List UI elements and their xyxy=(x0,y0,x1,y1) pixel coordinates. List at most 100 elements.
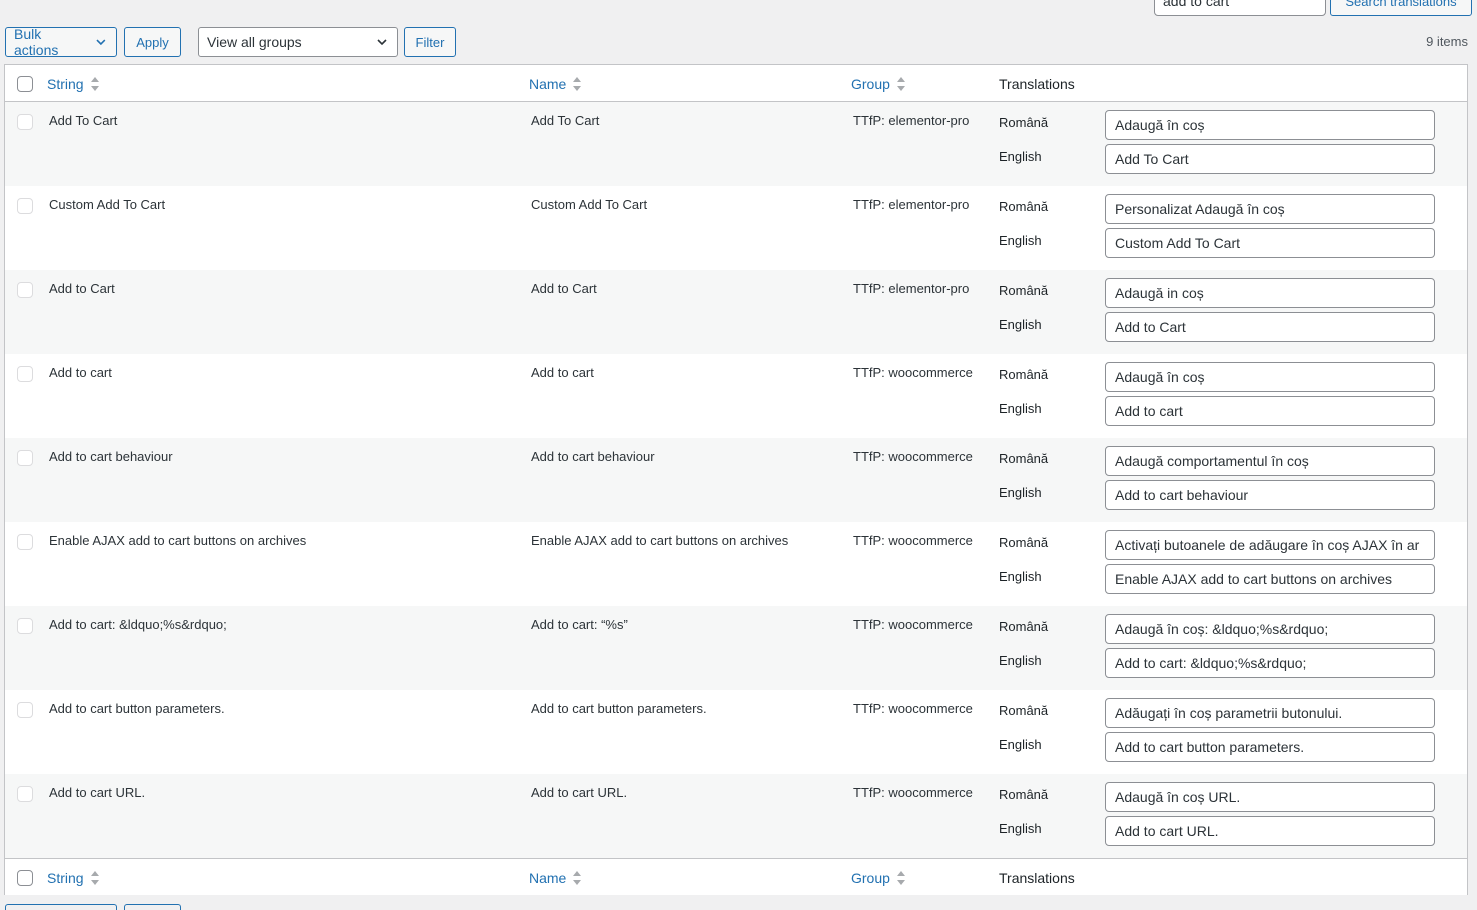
name-cell: Enable AJAX add to cart buttons on archi… xyxy=(531,533,789,548)
sort-icon xyxy=(573,870,582,885)
column-translations-header: Translations xyxy=(999,75,1075,92)
language-label-ro: Română xyxy=(999,787,1049,802)
group-cell: TTfP: woocommerce xyxy=(853,785,973,800)
strings-table: String Name Group Translations Add To Ca… xyxy=(4,64,1468,895)
translation-input-ro[interactable]: Adaugă în coș xyxy=(1105,362,1435,392)
column-group-header[interactable]: Group xyxy=(851,65,906,102)
string-cell: Enable AJAX add to cart buttons on archi… xyxy=(49,533,307,548)
translation-input-ro[interactable]: Personalizat Adaugă în coș xyxy=(1105,194,1435,224)
translation-input-en[interactable]: Add To Cart xyxy=(1105,144,1435,174)
language-label-en: English xyxy=(999,737,1042,752)
column-string-label: String xyxy=(47,869,84,886)
column-string-footer[interactable]: String xyxy=(47,859,100,896)
group-cell: TTfP: elementor-pro xyxy=(853,113,970,128)
table-row: Add to cart URL. Add to cart URL. TTfP: … xyxy=(5,774,1467,858)
translation-input-ro[interactable]: Adăugați în coș parametrii butonului. xyxy=(1105,698,1435,728)
group-cell: TTfP: elementor-pro xyxy=(853,197,970,212)
chevron-down-icon xyxy=(377,39,387,46)
table-row: Add To Cart Add To Cart TTfP: elementor-… xyxy=(5,102,1467,186)
language-label-en: English xyxy=(999,821,1042,836)
table-header: String Name Group Translations xyxy=(5,65,1467,102)
row-checkbox[interactable] xyxy=(17,198,33,214)
translation-input-en[interactable]: Add to cart URL. xyxy=(1105,816,1435,846)
translation-input-ro[interactable]: Activați butoanele de adăugare în coș AJ… xyxy=(1105,530,1435,560)
translation-input-ro[interactable]: Adaugă în coș URL. xyxy=(1105,782,1435,812)
language-label-en: English xyxy=(999,569,1042,584)
group-filter-value: View all groups xyxy=(207,34,302,50)
row-checkbox[interactable] xyxy=(17,450,33,466)
group-cell: TTfP: woocommerce xyxy=(853,617,973,632)
column-translations-footer: Translations xyxy=(999,869,1075,886)
table-row: Add to cart: &ldquo;%s&rdquo; Add to car… xyxy=(5,606,1467,690)
language-label-en: English xyxy=(999,485,1042,500)
items-count: 9 items xyxy=(1426,34,1468,49)
group-cell: TTfP: woocommerce xyxy=(853,701,973,716)
bottom-bulk-actions-select[interactable] xyxy=(5,904,117,910)
row-checkbox[interactable] xyxy=(17,702,33,718)
translation-input-ro[interactable]: Adaugă în coș xyxy=(1105,110,1435,140)
language-label-en: English xyxy=(999,401,1042,416)
select-all-checkbox[interactable] xyxy=(17,76,33,92)
translation-input-en[interactable]: Add to cart xyxy=(1105,396,1435,426)
sort-icon xyxy=(90,76,99,91)
table-row: Add to cart button parameters. Add to ca… xyxy=(5,690,1467,774)
translation-input-en[interactable]: Add to cart button parameters. xyxy=(1105,732,1435,762)
row-checkbox[interactable] xyxy=(17,618,33,634)
string-cell: Add to cart button parameters. xyxy=(49,701,225,716)
name-cell: Add to cart xyxy=(531,365,594,380)
select-all-checkbox-footer[interactable] xyxy=(17,870,33,886)
translation-input-ro[interactable]: Adaugă în coș: &ldquo;%s&rdquo; xyxy=(1105,614,1435,644)
string-cell: Custom Add To Cart xyxy=(49,197,166,212)
table-row: Add to cart Add to cart TTfP: woocommerc… xyxy=(5,354,1467,438)
column-string-header[interactable]: String xyxy=(47,65,100,102)
row-checkbox[interactable] xyxy=(17,282,33,298)
column-name-footer[interactable]: Name xyxy=(529,859,582,896)
group-cell: TTfP: elementor-pro xyxy=(853,281,970,296)
row-checkbox[interactable] xyxy=(17,114,33,130)
translation-input-en[interactable]: Enable AJAX add to cart buttons on archi… xyxy=(1105,564,1435,594)
apply-button[interactable]: Apply xyxy=(124,27,181,57)
search-input[interactable]: add to cart xyxy=(1154,0,1326,16)
string-cell: Add to cart URL. xyxy=(49,785,146,800)
name-cell: Add to cart button parameters. xyxy=(531,701,707,716)
table-footer: String Name Group Translations xyxy=(5,858,1467,895)
language-label-ro: Română xyxy=(999,115,1049,130)
name-cell: Add to cart: “%s” xyxy=(531,617,628,632)
column-group-label: Group xyxy=(851,75,890,92)
bulk-actions-select[interactable]: Bulk actions xyxy=(5,26,117,58)
translation-input-en[interactable]: Custom Add To Cart xyxy=(1105,228,1435,258)
translation-input-en[interactable]: Add to cart: &ldquo;%s&rdquo; xyxy=(1105,648,1435,678)
column-group-footer[interactable]: Group xyxy=(851,859,906,896)
string-cell: Add to Cart xyxy=(49,281,115,296)
translation-input-en[interactable]: Add to cart behaviour xyxy=(1105,480,1435,510)
name-cell: Add to cart URL. xyxy=(531,785,628,800)
sort-icon xyxy=(896,76,905,91)
language-label-en: English xyxy=(999,149,1042,164)
row-checkbox[interactable] xyxy=(17,534,33,550)
translation-input-ro[interactable]: Adaugă comportamentul în coș xyxy=(1105,446,1435,476)
language-label-en: English xyxy=(999,317,1042,332)
sort-icon xyxy=(90,870,99,885)
translation-input-ro[interactable]: Adaugă in coș xyxy=(1105,278,1435,308)
string-cell: Add To Cart xyxy=(49,113,118,128)
language-label-ro: Română xyxy=(999,199,1049,214)
column-name-label: Name xyxy=(529,869,567,886)
string-cell: Add to cart: &ldquo;%s&rdquo; xyxy=(49,617,227,632)
filter-button[interactable]: Filter xyxy=(404,27,456,57)
string-cell: Add to cart xyxy=(49,365,112,380)
chevron-down-icon xyxy=(96,39,106,46)
search-translations-button[interactable]: Search translations xyxy=(1330,0,1472,16)
group-filter-select[interactable]: View all groups xyxy=(198,27,398,57)
bottom-apply-button[interactable] xyxy=(124,904,181,910)
language-label-en: English xyxy=(999,233,1042,248)
table-row: Custom Add To Cart Custom Add To Cart TT… xyxy=(5,186,1467,270)
language-label-ro: Română xyxy=(999,619,1049,634)
row-checkbox[interactable] xyxy=(17,366,33,382)
group-cell: TTfP: woocommerce xyxy=(853,449,973,464)
row-checkbox[interactable] xyxy=(17,786,33,802)
translation-input-en[interactable]: Add to Cart xyxy=(1105,312,1435,342)
column-name-header[interactable]: Name xyxy=(529,65,582,102)
sort-icon xyxy=(896,870,905,885)
language-label-ro: Română xyxy=(999,535,1049,550)
bulk-actions-label: Bulk actions xyxy=(14,26,59,58)
